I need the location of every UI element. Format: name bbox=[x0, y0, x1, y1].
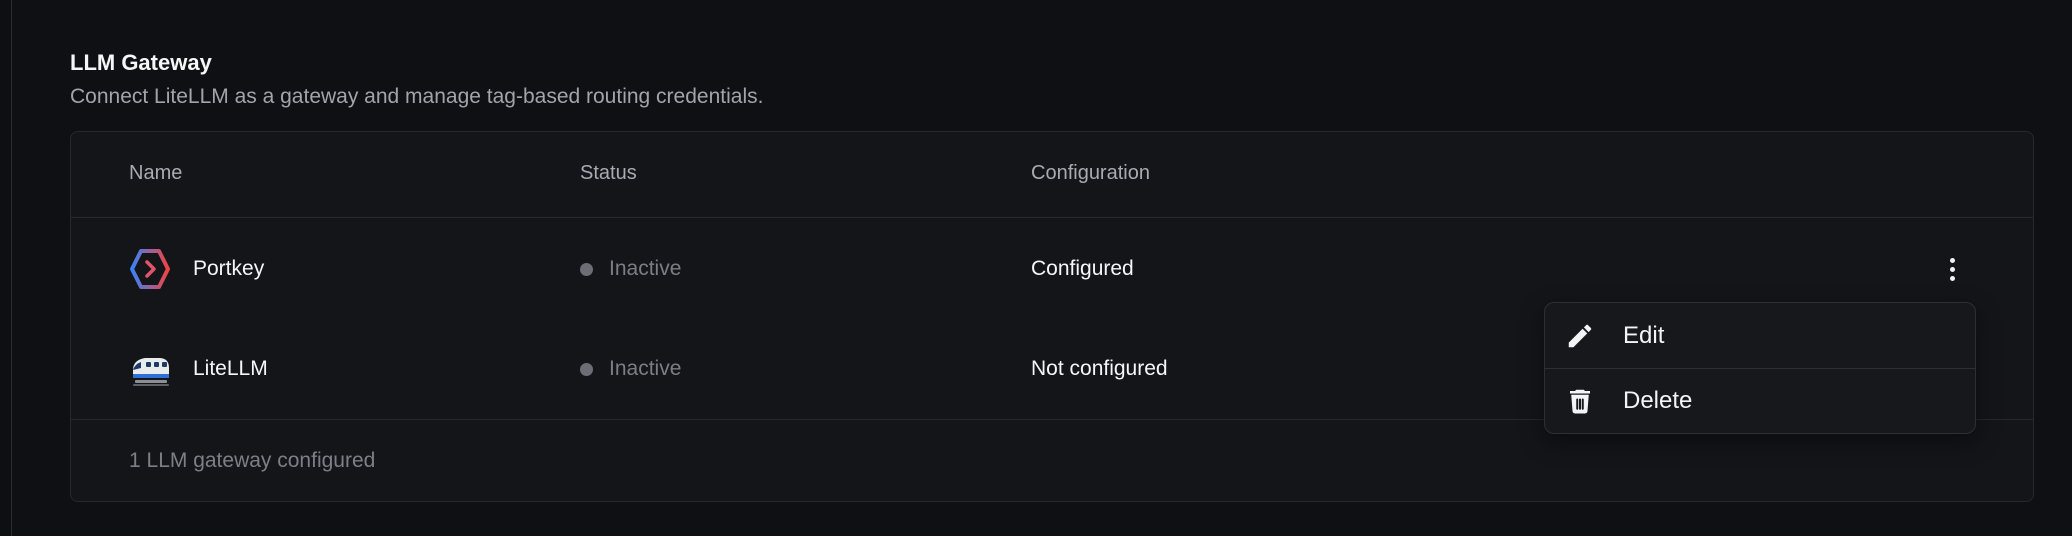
more-vertical-icon[interactable] bbox=[1937, 254, 1967, 284]
row-name: Portkey bbox=[193, 257, 265, 280]
column-header-status[interactable]: Status bbox=[580, 162, 637, 185]
row-status-cell: Inactive bbox=[580, 319, 681, 419]
bullet-train-icon bbox=[129, 348, 171, 390]
column-header-configuration[interactable]: Configuration bbox=[1031, 162, 1150, 185]
delete-menu-item[interactable]: Delete bbox=[1545, 368, 1975, 433]
edit-label: Edit bbox=[1623, 321, 1665, 349]
column-header-name[interactable]: Name bbox=[129, 162, 182, 185]
row-configuration: Configured bbox=[1031, 257, 1134, 280]
section-description: Connect LiteLLM as a gateway and manage … bbox=[70, 85, 764, 108]
row-status: Inactive bbox=[609, 357, 682, 380]
llm-gateway-section: LLM Gateway Connect LiteLLM as a gateway… bbox=[70, 48, 2034, 112]
row-configuration: Not configured bbox=[1031, 357, 1168, 380]
edit-menu-item[interactable]: Edit bbox=[1545, 303, 1975, 368]
pencil-icon bbox=[1565, 321, 1595, 351]
row-status: Inactive bbox=[609, 257, 682, 280]
row-name: LiteLLM bbox=[193, 357, 268, 380]
row-name-cell: LiteLLM bbox=[129, 319, 268, 419]
row-status-cell: Inactive bbox=[580, 219, 681, 319]
delete-label: Delete bbox=[1623, 387, 1693, 414]
status-dot bbox=[580, 362, 593, 376]
section-title: LLM Gateway bbox=[70, 50, 212, 75]
row-actions-menu: Edit Delete bbox=[1544, 302, 1976, 434]
left-rail bbox=[0, 0, 12, 536]
gateway-count: 1 LLM gateway configured bbox=[129, 449, 376, 472]
portkey-logo-icon bbox=[129, 248, 171, 290]
status-dot bbox=[580, 262, 593, 276]
trash-icon bbox=[1565, 386, 1595, 416]
table-header: Name Status Configuration bbox=[71, 132, 2033, 218]
row-name-cell: Portkey bbox=[129, 219, 264, 319]
